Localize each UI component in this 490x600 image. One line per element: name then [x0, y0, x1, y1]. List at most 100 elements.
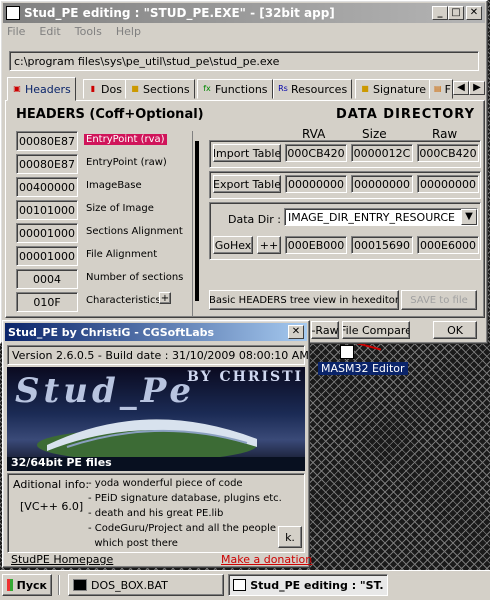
header-field-value[interactable]: 010F: [16, 292, 78, 312]
header-field-label: File Alignment: [86, 249, 158, 260]
resources-icon: Rs: [278, 84, 288, 93]
header-field-value[interactable]: 00080E87: [16, 131, 78, 151]
menubar: File Edit Tools Help: [7, 25, 141, 38]
header-field-label: EntryPoint (rva): [84, 134, 167, 145]
about-ok-button[interactable]: k.: [278, 526, 302, 548]
info-box: Aditional info: [VC++ 6.0] - yoda wonder…: [7, 473, 305, 553]
chevron-down-icon[interactable]: ▼: [461, 209, 477, 225]
export-size-field[interactable]: 00000000: [351, 175, 413, 193]
functions-icon: fx: [203, 84, 211, 93]
header-field-value[interactable]: 00001000: [16, 223, 78, 243]
tab-dos[interactable]: ▮ Dos: [83, 79, 127, 99]
save-to-file-button[interactable]: SAVE to file: [401, 290, 477, 310]
about-window-title: Stud_PE by ChristiG - CGSoftLabs: [8, 325, 215, 339]
stud-pe-taskbar-icon: [233, 579, 247, 591]
basic-headers-button[interactable]: Basic HEADERS tree view in hexeditor: [209, 290, 399, 310]
menu-tools[interactable]: Tools: [75, 25, 102, 38]
raw-button[interactable]: -Raw: [311, 321, 339, 339]
start-button[interactable]: Пуск: [2, 574, 52, 596]
masm32-icon: [340, 345, 354, 359]
header-field-row: 00101000 Size of Image: [16, 200, 186, 220]
info-line: - CodeGuru/Project and all the people: [88, 523, 277, 534]
tab-sections[interactable]: ■ Sections: [125, 79, 195, 99]
info-line: - yoda wonderful piece of code: [88, 478, 243, 489]
import-table-button[interactable]: Import Table: [213, 144, 281, 162]
import-size-field[interactable]: 0000012C: [351, 144, 413, 162]
app-icon: [6, 6, 20, 20]
folder-icon: ▤: [434, 84, 442, 93]
main-window: Stud_PE editing : "STUD_PE.EXE" - [32bit…: [0, 0, 488, 344]
windows-logo-icon: [7, 579, 13, 591]
tab-scroll-left-button[interactable]: ◀: [453, 81, 469, 95]
header-field-label: Number of sections: [86, 272, 184, 283]
header-field-label: EntryPoint (raw): [86, 157, 167, 168]
taskbar-item-stud-pe[interactable]: Stud_PE editing : "ST...: [228, 574, 388, 596]
header-field-value[interactable]: 00400000: [16, 177, 78, 197]
about-close-button[interactable]: ✕: [288, 325, 304, 339]
start-label: Пуск: [16, 578, 47, 592]
menu-help[interactable]: Help: [116, 25, 141, 38]
header-field-row: 00001000 File Alignment: [16, 246, 186, 266]
ok-button[interactable]: OK: [433, 321, 477, 339]
data-dir-select[interactable]: IMAGE_DIR_ENTRY_RESOURCE ▼: [284, 208, 478, 226]
tab-functions[interactable]: fx Functions: [197, 79, 273, 99]
headers-panel: HEADERS (Coff+Optional) 00080E87 EntryPoi…: [5, 100, 485, 318]
export-raw-field[interactable]: 00000000: [417, 175, 479, 193]
taskbar: Пуск DOS_BOX.BAT Stud_PE editing : "ST..…: [0, 570, 490, 600]
main-titlebar[interactable]: Stud_PE editing : "STUD_PE.EXE" - [32bit…: [3, 3, 485, 23]
header-field-label: Sections Alignment: [86, 226, 183, 237]
header-field-value[interactable]: 00080E87: [16, 154, 78, 174]
file-path-text: c:\program files\sys\pe_util\stud_pe\stu…: [14, 54, 280, 68]
info-lines: - yoda wonderful piece of code - PEiD si…: [88, 476, 298, 551]
header-field-row: 00400000 ImageBase: [16, 177, 186, 197]
about-banner: Stud_Pe BY CHRISTI G 32/64bit PE files: [7, 367, 305, 471]
header-field-row: 00001000 Sections Alignment: [16, 223, 186, 243]
header-field-value[interactable]: 00001000: [16, 246, 78, 266]
signature-icon: ■: [361, 84, 369, 93]
taskbar-separator: [58, 575, 60, 595]
menu-file[interactable]: File: [7, 25, 25, 38]
characteristics-plus-button[interactable]: +: [159, 292, 171, 304]
about-titlebar[interactable]: Stud_PE by ChristiG - CGSoftLabs ✕: [5, 323, 307, 341]
export-table-button[interactable]: Export Table: [213, 175, 281, 193]
files-caption: 32/64bit PE files: [11, 456, 112, 469]
info-line: which post there: [88, 538, 178, 549]
header-field-row: 00080E87 EntryPoint (rva): [16, 131, 186, 151]
about-window: Stud_PE by ChristiG - CGSoftLabs ✕ Versi…: [2, 320, 312, 568]
import-rva-field[interactable]: 000CB420: [285, 144, 347, 162]
headers-scrollbar-thumb[interactable]: [195, 141, 199, 301]
tab-scroll-right-button[interactable]: ▶: [469, 81, 485, 95]
import-raw-field[interactable]: 000CB420: [417, 144, 479, 162]
col-raw-header: Raw: [432, 127, 458, 141]
file-path-field[interactable]: c:\program files\sys\pe_util\stud_pe\stu…: [9, 51, 479, 71]
header-field-label: Characteristics: [86, 295, 161, 306]
header-field-row: 00080E87 EntryPoint (raw): [16, 154, 186, 174]
plusplus-button[interactable]: ++: [257, 236, 281, 254]
header-field-row: 0004 Number of sections: [16, 269, 186, 289]
header-field-value[interactable]: 0004: [16, 269, 78, 289]
tab-resources[interactable]: Rs Resources: [273, 79, 353, 99]
donation-link[interactable]: Make a donation: [221, 553, 312, 566]
dir-raw-field[interactable]: 000E6000: [417, 236, 479, 254]
data-dir-label: Data Dir :: [228, 213, 282, 226]
taskbar-item-dos-box[interactable]: DOS_BOX.BAT: [68, 574, 224, 596]
dir-rva-field[interactable]: 000EB000: [285, 236, 347, 254]
gohex-button[interactable]: GoHex: [213, 236, 253, 254]
export-rva-field[interactable]: 00000000: [285, 175, 347, 193]
tab-more[interactable]: ▤ F: [429, 79, 453, 99]
menu-edit[interactable]: Edit: [39, 25, 60, 38]
close-button[interactable]: ✕: [466, 6, 482, 20]
col-rva-header: RVA: [302, 127, 326, 141]
masm32-shortcut-arrow-icon: [352, 341, 382, 361]
maximize-button[interactable]: □: [448, 6, 464, 20]
data-dir-select-value: IMAGE_DIR_ENTRY_RESOURCE: [288, 210, 455, 224]
dir-size-field[interactable]: 00015690: [351, 236, 413, 254]
file-compare-button[interactable]: File Compare: [342, 321, 410, 339]
sections-icon: ■: [131, 84, 139, 93]
headers-scrollbar[interactable]: [192, 131, 200, 317]
tab-signature[interactable]: ■ Signature: [355, 79, 432, 99]
header-field-value[interactable]: 00101000: [16, 200, 78, 220]
tab-headers[interactable]: ▣ Headers: [7, 77, 76, 101]
minimize-button[interactable]: _: [432, 6, 448, 20]
homepage-link[interactable]: StudPE Homepage: [11, 553, 113, 566]
